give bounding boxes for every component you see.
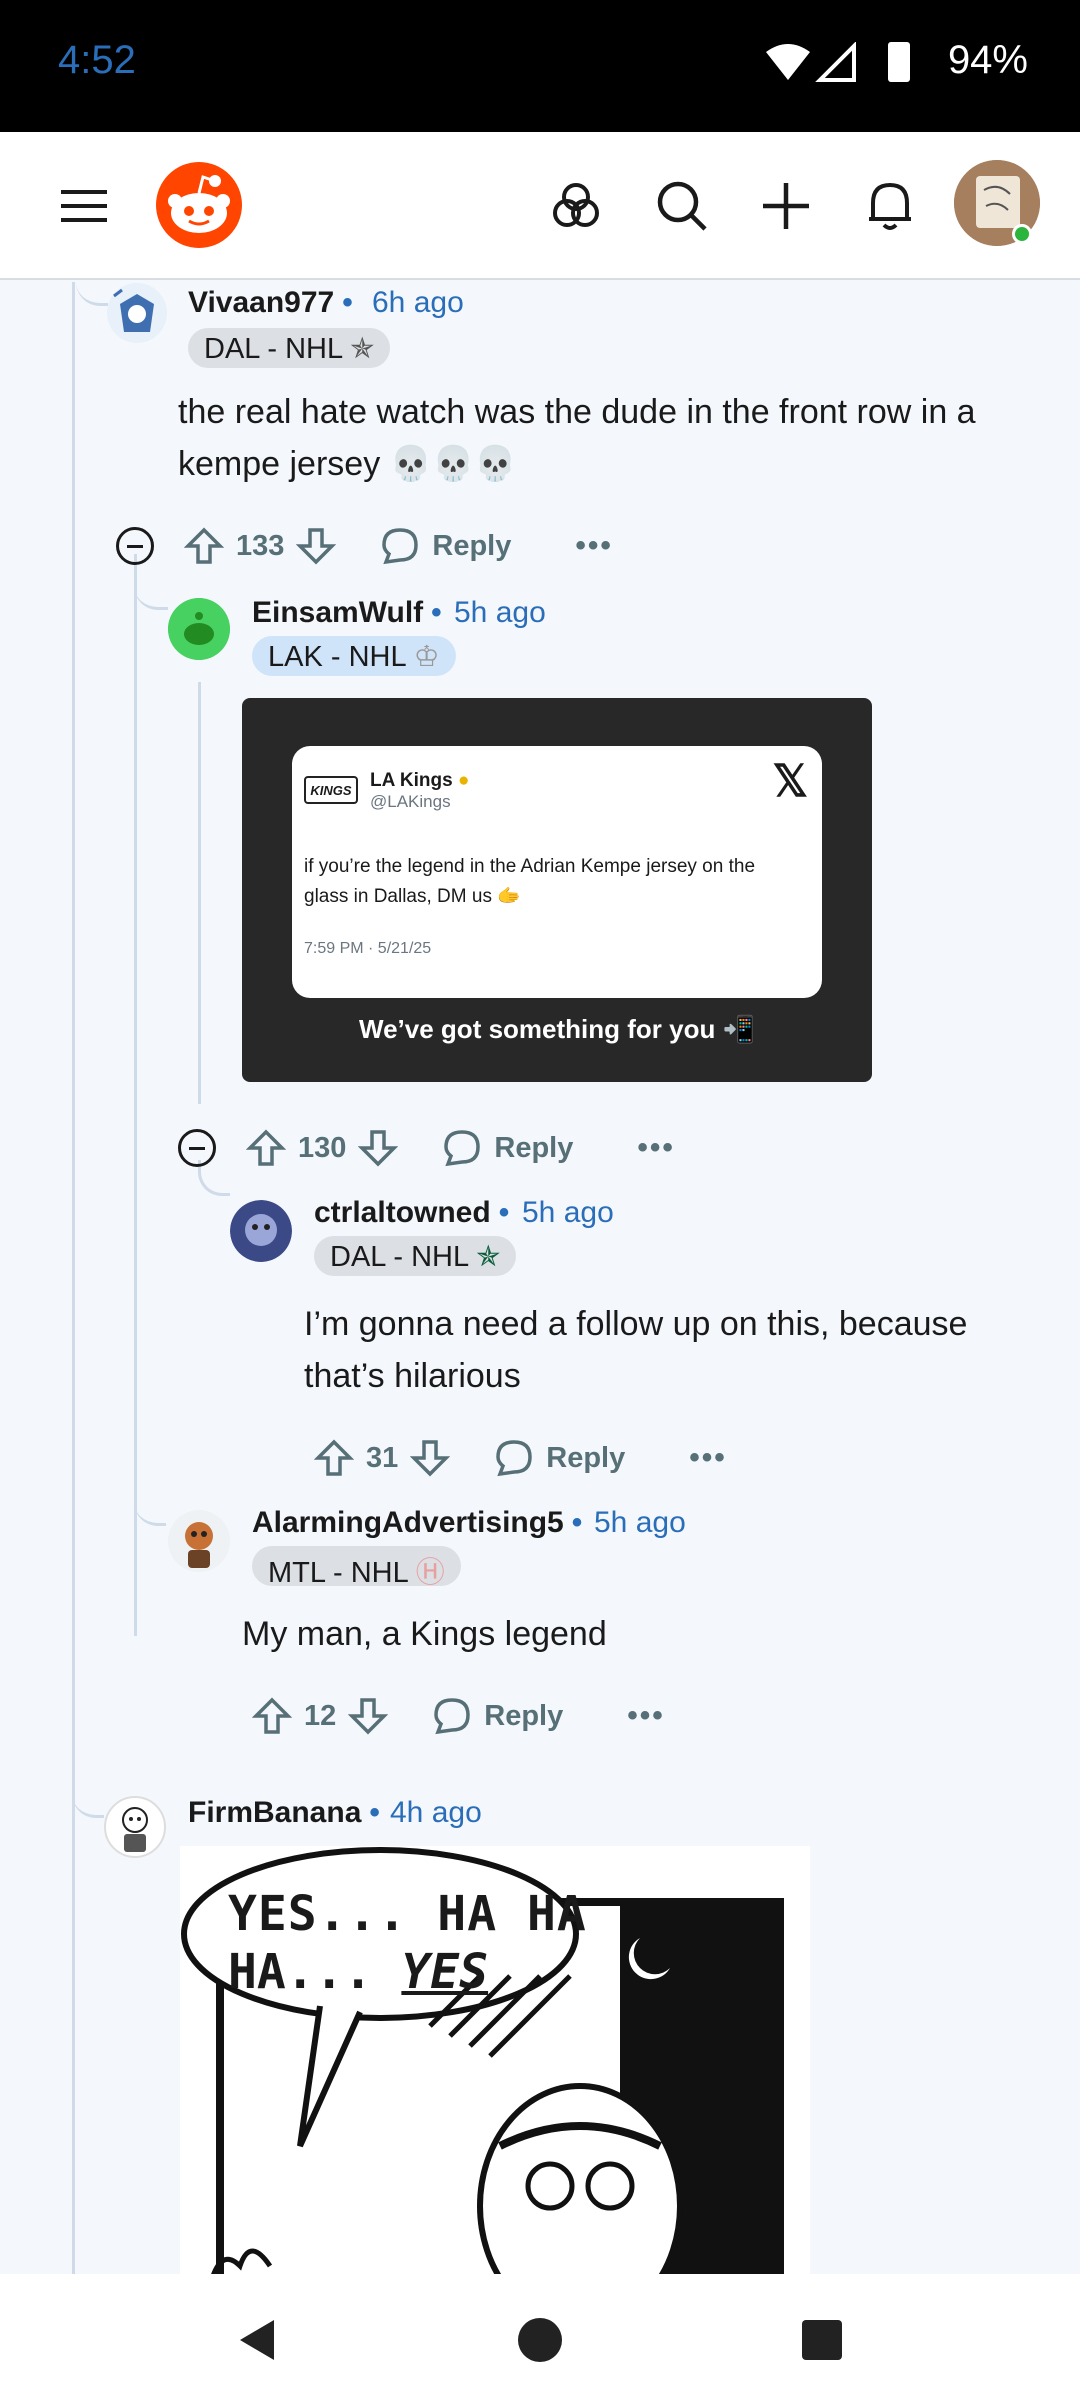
user-flair: MTL - NHL Ⓗ [252,1546,461,1589]
username[interactable]: AlarmingAdvertising5 • [252,1506,590,1540]
upvote-icon[interactable] [314,1438,354,1478]
username[interactable]: EinsamWulf • [252,596,450,630]
thread-connector [72,1782,104,1818]
thread-connector [134,578,168,610]
thread-line-level1 [134,554,137,1636]
canadiens-logo-icon: Ⓗ [415,1557,445,1589]
upvote-icon[interactable] [252,1696,292,1736]
avatar[interactable] [168,1510,230,1572]
status-bar: 4:52 94% [0,0,1080,132]
x-logo-icon: 𝕏 [772,757,808,806]
comment-body: My man, a Kings legend [242,1615,607,1653]
reply-button[interactable]: Reply [380,526,511,566]
comment-time: 4h ago [390,1796,482,1829]
home-icon[interactable] [518,2318,562,2362]
tweet-account-name: LA Kings ● [370,770,470,791]
comment-actions: 133 Reply ••• [116,516,613,576]
status-time: 4:52 [58,38,136,82]
comment-thread: Vivaan977 • 6h ago DAL - NHL ✯ the real h… [0,282,1080,2274]
comment-actions: 130 Reply ••• [178,1118,675,1178]
comment-time: 5h ago [594,1506,686,1539]
verified-badge-icon: ● [457,770,470,791]
notifications-icon[interactable] [850,166,930,246]
reply-icon [496,1440,533,1477]
thread-connector [76,282,108,306]
speech-line-1: YES... HA HA [228,1886,587,1942]
avatar[interactable] [168,598,230,660]
kings-logo: KINGS [304,776,358,804]
user-flair: LAK - NHL ♔ [252,636,456,676]
comment-actions: 12 Reply ••• [252,1686,665,1746]
reply-button[interactable]: Reply [432,1696,563,1736]
reply-icon [434,1698,471,1735]
comment-body: the real hate watch was the dude in the … [178,393,976,483]
explore-icon[interactable] [536,166,616,246]
dallas-star-icon: ✯ [350,333,375,365]
app-header [0,132,1080,280]
comment-time: 6h ago [372,286,464,319]
thread-line-root [72,282,75,2274]
reply-icon [444,1130,481,1167]
tweet-card: KINGS LA Kings ● @LAKings 𝕏 if you’re th… [292,746,822,998]
more-options-button[interactable]: ••• [637,1131,675,1165]
downvote-icon[interactable] [410,1438,451,1478]
more-options-button[interactable]: ••• [575,529,613,563]
reply-button[interactable]: Reply [494,1438,625,1478]
battery-percent: 94% [947,38,1028,82]
recents-icon[interactable] [802,2320,842,2360]
downvote-icon[interactable] [358,1128,399,1168]
dallas-star-icon: ✯ [476,1241,501,1273]
tweet-account-handle: @LAKings [370,792,451,811]
image-caption: We’ve got something for you 📲 [359,1014,755,1044]
user-flair: DAL - NHL ✯ [314,1236,517,1276]
vote-count: 133 [236,529,285,562]
back-icon[interactable] [236,2318,276,2367]
more-options-button[interactable]: ••• [627,1699,665,1733]
thread-connector [134,1490,166,1526]
avatar[interactable] [104,1796,166,1858]
collapse-button[interactable] [178,1129,216,1167]
avatar[interactable] [230,1200,292,1262]
create-icon[interactable] [746,166,826,246]
comment-time: 5h ago [522,1196,614,1229]
username[interactable]: ctrlaltowned • [314,1196,517,1230]
comment-body: I’m gonna need a follow up on this, beca… [304,1305,968,1395]
downvote-icon[interactable] [296,526,337,566]
reply-icon [382,528,419,565]
username[interactable]: FirmBanana • [188,1796,388,1830]
vote-count: 130 [298,1131,347,1164]
tweet-text: if you’re the legend in the Adrian Kempe… [304,856,756,907]
upvote-icon[interactable] [184,526,224,566]
search-icon[interactable] [642,166,722,246]
vote-count: 31 [366,1441,399,1474]
username[interactable]: Vivaan977 • [188,286,361,320]
vote-count: 12 [304,1699,337,1732]
menu-icon[interactable] [44,166,124,246]
avatar[interactable] [106,282,168,344]
battery-icon [888,42,910,82]
online-indicator [1012,224,1032,244]
speech-line-2: HA... YES [228,1944,489,2000]
comment-actions: 31 Reply ••• [314,1428,727,1488]
upvote-icon[interactable] [246,1128,286,1168]
reply-button[interactable]: Reply [442,1128,573,1168]
user-flair: DAL - NHL ✯ [188,328,391,368]
thread-line-level2 [198,682,201,1104]
status-icons [764,41,874,91]
tweet-timestamp: 7:59 PM · 5/21/25 [304,940,432,957]
comment-time: 5h ago [454,596,546,629]
downvote-icon[interactable] [348,1696,389,1736]
more-options-button[interactable]: ••• [689,1441,727,1475]
kings-crown-icon: ♔ [413,641,440,673]
system-nav-bar [0,2274,1080,2400]
wifi-signal-icon [766,41,856,82]
comic-image[interactable]: YES... HA HA HA... YES [180,1846,810,2274]
collapse-button[interactable] [116,527,154,565]
reddit-logo[interactable] [154,160,244,250]
embedded-image[interactable]: KINGS LA Kings ● @LAKings 𝕏 if you’re th… [242,698,872,1082]
